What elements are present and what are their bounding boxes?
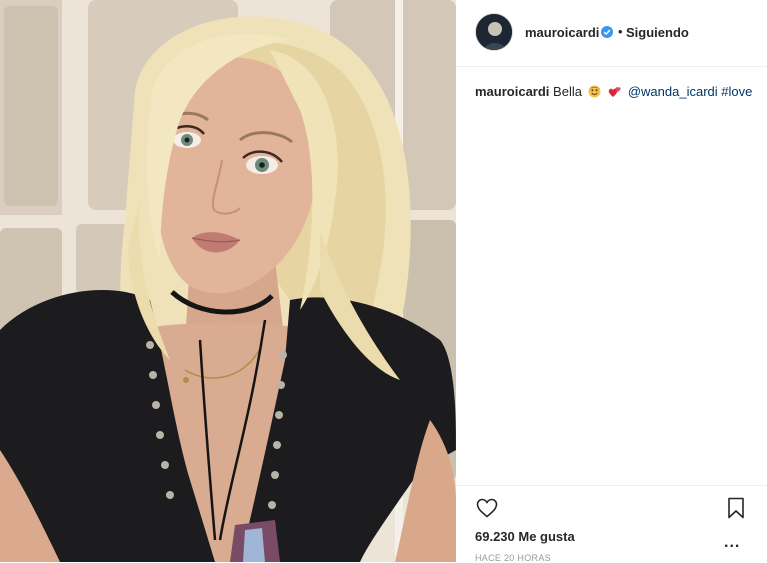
post-actions: 69.230 Me gusta HACE 20 HORAS ...	[456, 485, 767, 563]
caption-mention-link[interactable]: @wanda_icardi	[628, 84, 718, 99]
two-hearts-emoji-icon	[608, 87, 621, 97]
separator-dot: •	[618, 24, 623, 39]
post-caption: mauroicardi Bella @wanda_icardi #love	[475, 84, 765, 100]
heart-icon[interactable]	[475, 496, 499, 520]
more-options-icon[interactable]: ...	[724, 534, 740, 552]
bookmark-icon[interactable]	[724, 496, 748, 520]
smiling-face-emoji-icon	[588, 85, 601, 98]
caption-username[interactable]: mauroicardi	[475, 84, 549, 99]
post-header: mauroicardi • Siguiendo	[456, 0, 767, 67]
verified-badge-icon	[601, 26, 613, 38]
avatar-image	[476, 14, 512, 50]
following-button[interactable]: Siguiendo	[626, 25, 689, 40]
selfie-illustration	[0, 0, 456, 562]
likes-count[interactable]: 69.230 Me gusta	[475, 529, 575, 544]
caption-hashtag-link[interactable]: #love	[721, 84, 752, 99]
avatar[interactable]	[475, 13, 513, 51]
post-photo[interactable]	[0, 0, 456, 562]
post-side-panel: mauroicardi • Siguiendo mauroicardi Bell…	[456, 0, 767, 563]
post-author-username[interactable]: mauroicardi	[525, 25, 599, 40]
caption-text: Bella	[553, 84, 582, 99]
